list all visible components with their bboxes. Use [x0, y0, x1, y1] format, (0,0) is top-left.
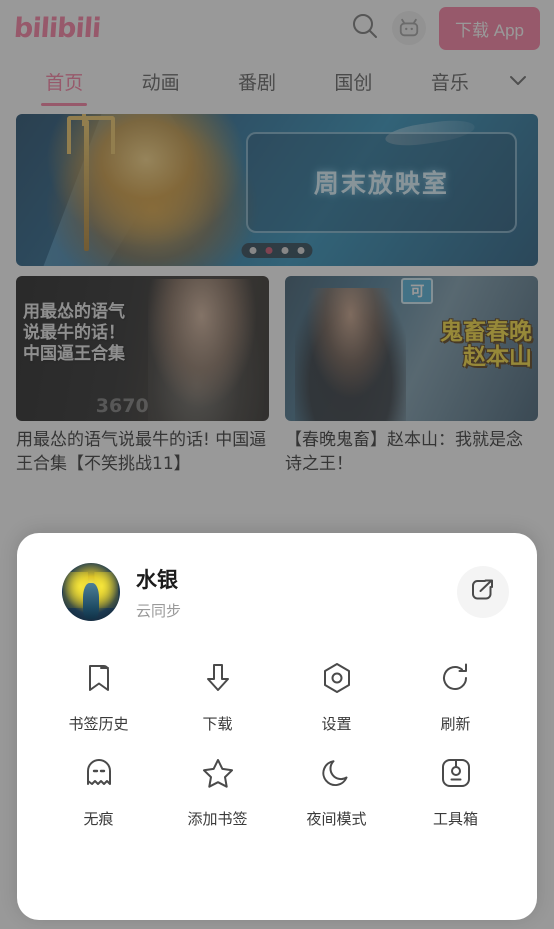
- moon-icon: [320, 752, 354, 794]
- menu-grid-row: 书签历史 下载 设置 刷新: [39, 645, 515, 740]
- menu-item-bookmarks-history[interactable]: 书签历史: [39, 645, 158, 740]
- menu-item-download[interactable]: 下载: [158, 645, 277, 740]
- profile-row[interactable]: 水银 云同步: [17, 533, 537, 621]
- star-icon: [201, 752, 235, 794]
- menu-item-label: 添加书签: [187, 810, 248, 828]
- share-button[interactable]: [457, 566, 509, 618]
- incognito-ghost-icon: [82, 752, 116, 794]
- share-external-icon: [470, 577, 496, 608]
- menu-item-label: 设置: [321, 715, 352, 733]
- menu-item-incognito[interactable]: 无痕: [39, 740, 158, 835]
- menu-item-settings[interactable]: 设置: [277, 645, 396, 740]
- bookmark-icon: [82, 657, 116, 699]
- menu-grid-row: 无痕 添加书签 夜间模式 工具箱: [39, 740, 515, 835]
- menu-item-night-mode[interactable]: 夜间模式: [277, 740, 396, 835]
- menu-item-toolbox[interactable]: 工具箱: [396, 740, 515, 835]
- settings-hexagon-icon: [320, 657, 354, 699]
- profile-name: 水银: [136, 567, 178, 592]
- menu-item-label: 书签历史: [68, 715, 129, 733]
- avatar[interactable]: [62, 563, 120, 621]
- refresh-icon: [439, 657, 473, 699]
- menu-grid: 书签历史 下载 设置 刷新 无痕 添加书签 夜间模式 工具箱: [17, 621, 537, 835]
- download-arrow-icon: [201, 657, 235, 699]
- profile-subtitle: 云同步: [136, 601, 182, 620]
- menu-item-refresh[interactable]: 刷新: [396, 645, 515, 740]
- toolbox-icon: [439, 752, 473, 794]
- browser-menu-sheet: 水银 云同步 书签历史 下载 设置 刷新 无痕 添加书签 夜间模式 工具箱: [17, 533, 537, 920]
- menu-item-label: 下载: [202, 715, 233, 733]
- menu-item-add-bookmark[interactable]: 添加书签: [158, 740, 277, 835]
- menu-item-label: 工具箱: [432, 810, 478, 828]
- avatar-figure: [82, 582, 100, 619]
- menu-item-label: 无痕: [83, 810, 114, 828]
- menu-item-label: 夜间模式: [306, 810, 367, 828]
- profile-info: 水银 云同步: [136, 564, 457, 621]
- menu-item-label: 刷新: [440, 715, 471, 733]
